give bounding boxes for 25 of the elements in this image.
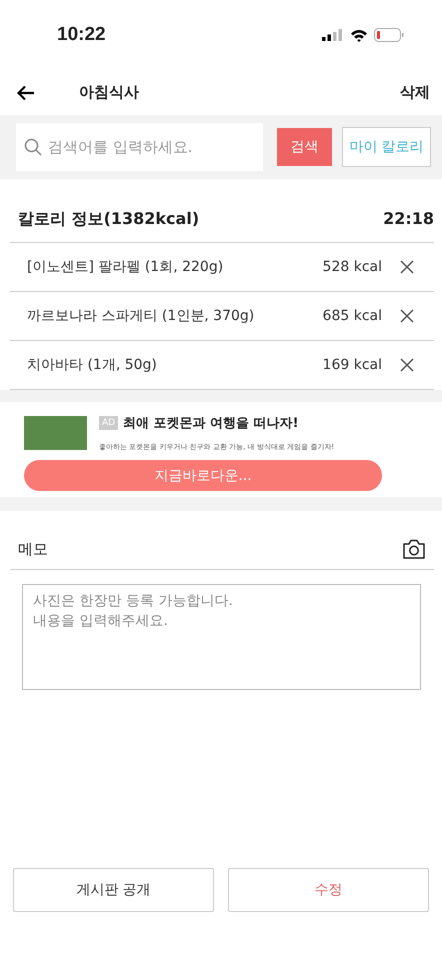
memo-field[interactable]: 사진은 한장만 등록 가능합니다. 내용을 입력해주세요. (22, 584, 421, 690)
wifi-icon (350, 28, 368, 42)
ad-title: 최애 포켓몬과 여행을 떠나자! (123, 415, 299, 432)
close-icon[interactable] (400, 309, 414, 323)
signal-icon (322, 29, 344, 41)
status-time: 10:22 (57, 24, 106, 46)
search-field[interactable]: 검색어를 입력하세요. (16, 123, 263, 171)
battery-icon (374, 28, 404, 42)
food-name[interactable]: 까르보나라 스파게티 (1인분, 370g) (27, 307, 323, 325)
meal-time: 22:18 (383, 209, 434, 230)
ad-thumbnail[interactable] (24, 416, 87, 450)
close-icon[interactable] (400, 260, 414, 274)
food-name[interactable]: 치아바타 (1개, 50g) (27, 356, 323, 374)
memo-title: 메모 (18, 540, 48, 558)
food-name[interactable]: [이노센트] 팔라펠 (1회, 220g) (27, 258, 323, 276)
food-calories: 169 kcal (322, 357, 382, 373)
food-calories: 528 kcal (322, 259, 382, 275)
calorie-info-title: 칼로리 정보(1382kcal) (18, 209, 200, 230)
close-icon[interactable] (400, 358, 414, 372)
delete-button[interactable]: 삭제 (400, 83, 430, 102)
camera-icon[interactable] (402, 539, 426, 559)
page-title: 아침식사 (79, 83, 140, 102)
back-arrow-icon[interactable] (17, 84, 35, 100)
food-calories: 685 kcal (322, 308, 382, 324)
publish-button[interactable]: 게시판 공개 (13, 868, 214, 912)
